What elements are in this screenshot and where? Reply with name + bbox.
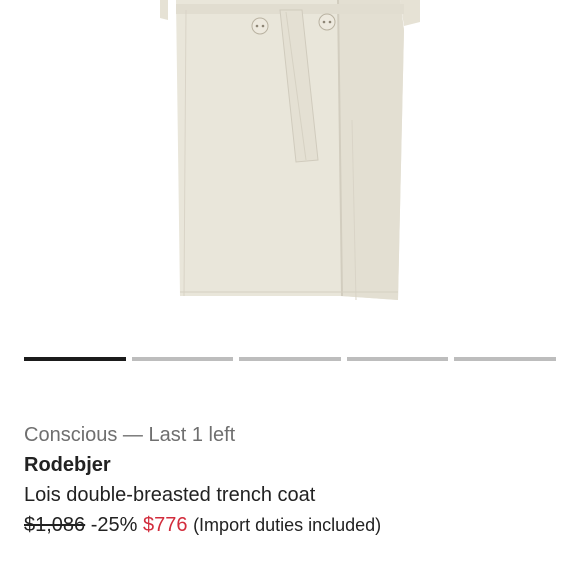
sale-price: $776 — [143, 514, 188, 536]
product-info[interactable]: Conscious — Last 1 left Rodebjer Lois do… — [24, 420, 564, 540]
import-duties-note: (Import duties included) — [193, 515, 382, 535]
price-row: $1,086 -25% $776 (Import duties included… — [24, 510, 564, 540]
product-name[interactable]: Lois double-breasted trench coat — [24, 480, 564, 510]
discount-percent: -25% — [90, 514, 138, 536]
carousel-dot-2[interactable] — [131, 357, 234, 361]
product-tagline: Conscious — Last 1 left — [24, 424, 236, 446]
product-image[interactable] — [0, 0, 580, 330]
brand-name[interactable]: Rodebjer — [24, 450, 564, 480]
carousel-dot-4[interactable] — [346, 357, 449, 361]
trench-coat-image — [160, 0, 420, 301]
carousel-dot-3[interactable] — [239, 357, 341, 361]
original-price: $1,086 — [24, 514, 86, 536]
carousel-dot-1[interactable] — [24, 357, 126, 361]
image-carousel-indicator[interactable] — [24, 357, 556, 363]
carousel-dot-5[interactable] — [454, 357, 556, 361]
